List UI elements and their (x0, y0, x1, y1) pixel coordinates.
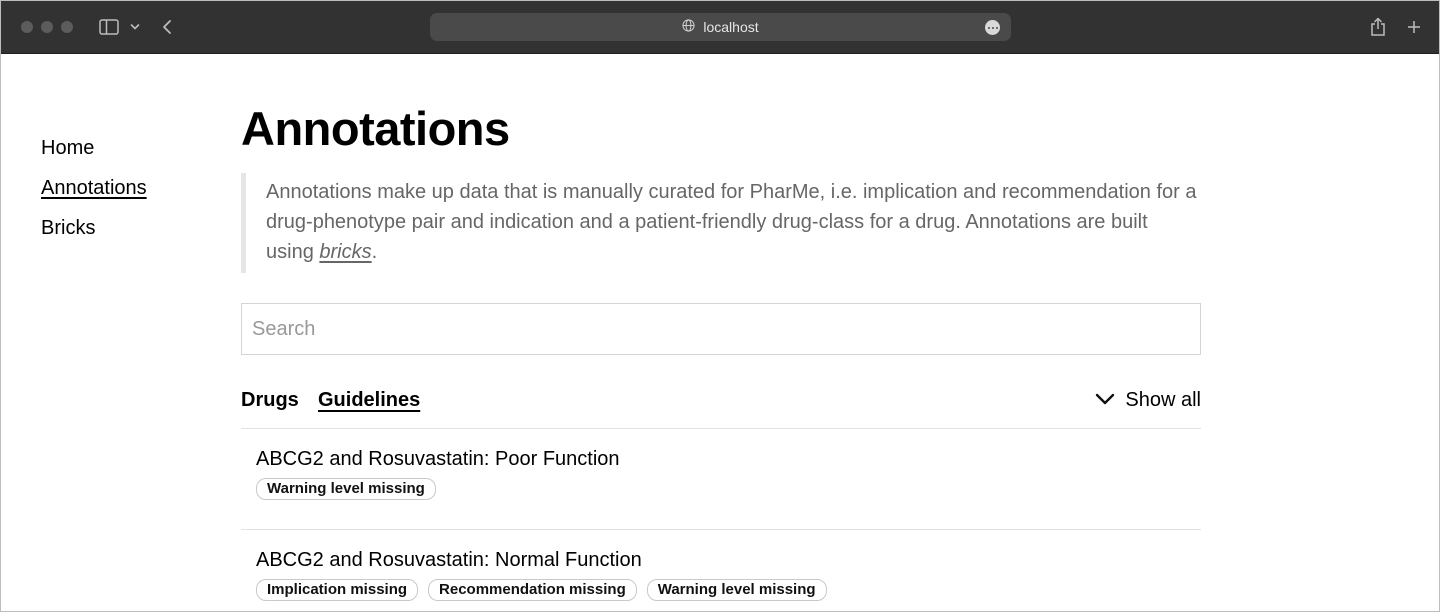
tab-drugs[interactable]: Drugs (241, 385, 299, 415)
bricks-link[interactable]: bricks (319, 241, 371, 263)
sidebar-item-home[interactable]: Home (41, 133, 147, 173)
status-badge: Warning level missing (256, 478, 436, 500)
back-arrow-icon[interactable] (159, 15, 175, 39)
zoom-window-button[interactable] (61, 21, 73, 33)
show-all-label: Show all (1125, 388, 1201, 411)
chevron-down-icon[interactable] (129, 15, 141, 39)
badge-group: Implication missing Recommendation missi… (256, 579, 1186, 601)
description-text: Annotations make up data that is manuall… (266, 181, 1197, 263)
list-item[interactable]: ABCG2 and Rosuvastatin: Normal Function … (241, 529, 1201, 611)
show-all-toggle[interactable]: Show all (1095, 385, 1201, 415)
globe-icon (682, 19, 695, 35)
list-item[interactable]: ABCG2 and Rosuvastatin: Poor Function Wa… (241, 428, 1201, 529)
page-title: Annotations (241, 102, 510, 155)
sidebar-nav: Home Annotations Bricks (41, 133, 147, 253)
ellipsis-circle-icon[interactable] (985, 20, 1000, 35)
plus-icon[interactable] (1405, 15, 1423, 39)
description-suffix: . (371, 241, 378, 263)
minimize-window-button[interactable] (41, 21, 53, 33)
list-item-title: ABCG2 and Rosuvastatin: Poor Function (256, 448, 620, 470)
sidebar-toggle-icon[interactable] (98, 15, 120, 39)
sidebar-item-annotations[interactable]: Annotations (41, 173, 147, 213)
share-icon[interactable] (1369, 15, 1387, 39)
browser-window: localhost Home Annotations Bricks Annota… (0, 0, 1440, 612)
url-text: localhost (703, 19, 759, 35)
tab-bar: Drugs Guidelines Show all (241, 385, 1201, 415)
badge-group: Warning level missing (256, 478, 1186, 500)
browser-toolbar: localhost (1, 1, 1439, 54)
status-badge: Warning level missing (646, 579, 827, 601)
status-badge: Recommendation missing (428, 579, 637, 601)
address-bar[interactable]: localhost (430, 13, 1011, 41)
sidebar-item-bricks[interactable]: Bricks (41, 213, 147, 253)
annotation-list: ABCG2 and Rosuvastatin: Poor Function Wa… (241, 428, 1201, 611)
chevron-down-icon (1095, 389, 1115, 412)
search-input[interactable] (241, 303, 1201, 355)
list-item-title: ABCG2 and Rosuvastatin: Normal Function (256, 549, 642, 571)
tab-guidelines[interactable]: Guidelines (318, 385, 420, 415)
description-blockquote: Annotations make up data that is manuall… (241, 173, 1201, 273)
status-badge: Implication missing (256, 579, 419, 601)
close-window-button[interactable] (21, 21, 33, 33)
main-content: Annotations Annotations make up data tha… (241, 101, 1201, 601)
